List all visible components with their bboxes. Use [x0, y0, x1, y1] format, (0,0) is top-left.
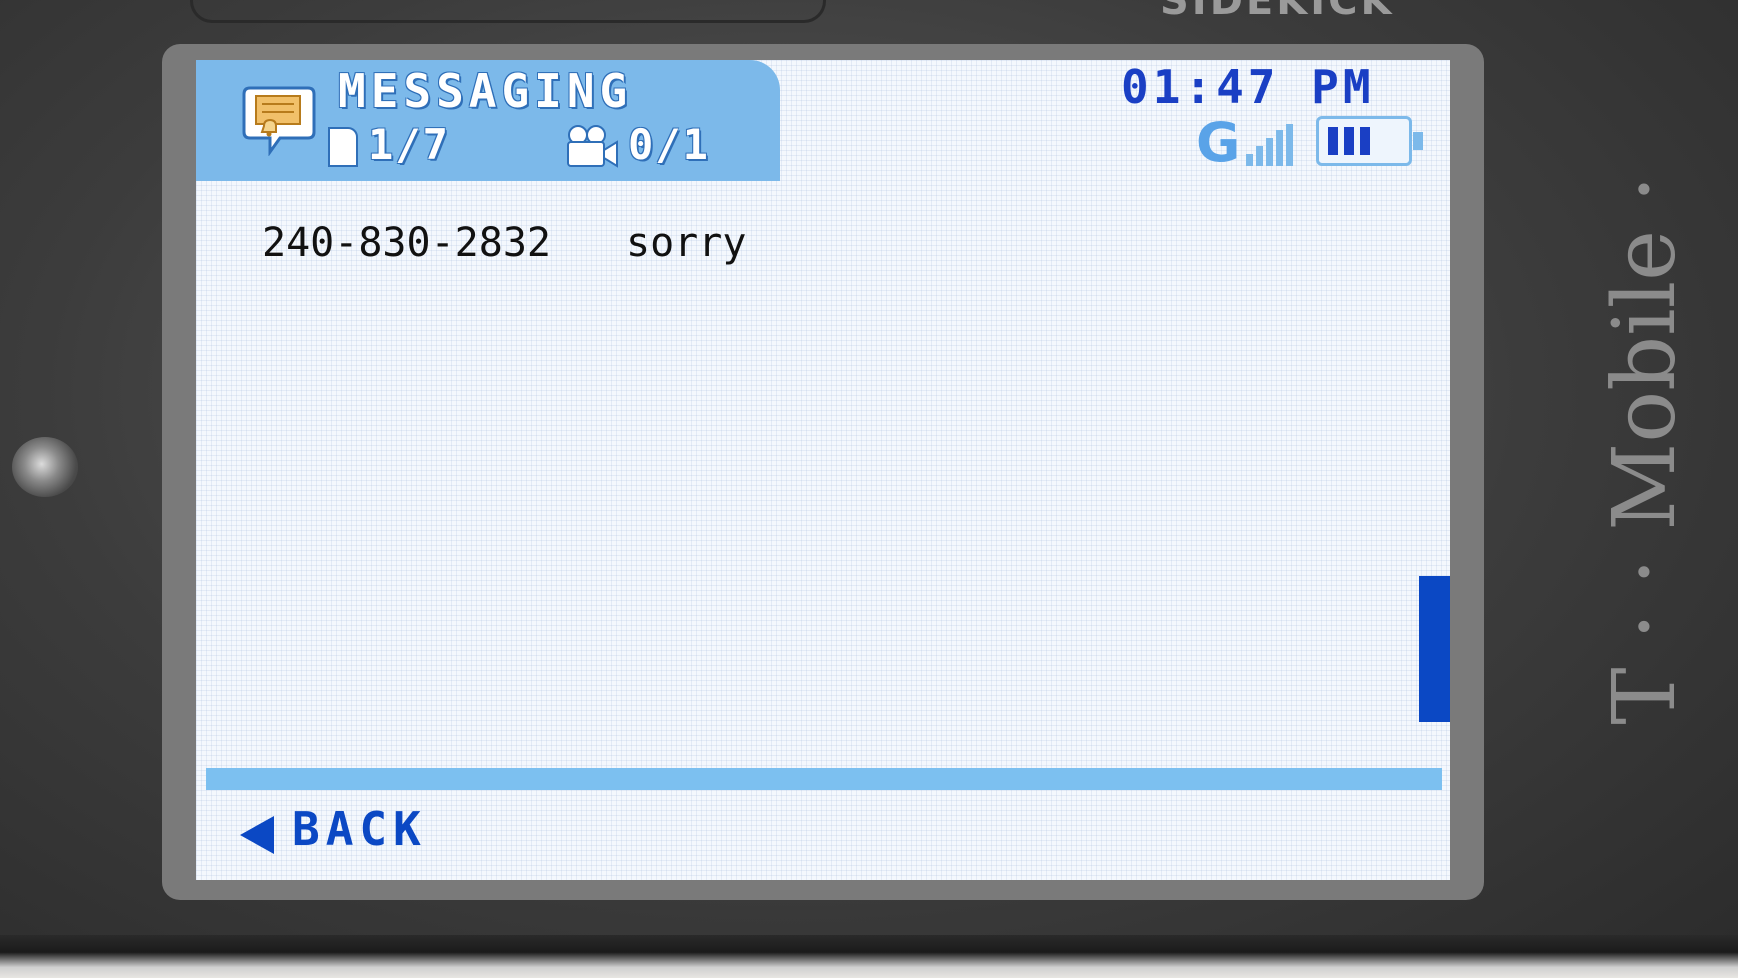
battery-icon — [1316, 116, 1423, 166]
signal-bars-icon — [1246, 124, 1296, 166]
back-arrow-icon — [240, 816, 274, 854]
camera-lens — [12, 437, 78, 497]
bezel-edge — [190, 0, 826, 23]
message-row[interactable]: 240-830-2832 sorry — [262, 220, 962, 280]
carrier-logo: T · · Mobile · — [1585, 175, 1705, 725]
back-label: BACK — [292, 802, 427, 856]
clock: 01:47 PM — [1121, 60, 1375, 114]
message-counter: 1/7 — [368, 120, 450, 169]
media-counter: 0/1 — [628, 120, 710, 169]
device-brand-top: SIDEKICK — [1160, 0, 1395, 24]
message-sender: 240-830-2832 — [262, 220, 551, 266]
back-button[interactable]: BACK — [240, 802, 470, 862]
message-preview: sorry — [626, 220, 747, 266]
app-header: MESSAGING 1/7 0/1 — [196, 60, 780, 181]
network-type-icon: G — [1196, 111, 1241, 174]
device-bottom-edge — [0, 935, 1738, 978]
message-page-icon — [328, 127, 358, 167]
screen: MESSAGING 1/7 0/1 01:47 PM G 240-830-283… — [196, 60, 1450, 880]
app-title: MESSAGING — [338, 64, 633, 118]
carrier-logo-text: T · · Mobile · — [1595, 175, 1695, 725]
video-camera-icon — [567, 125, 618, 168]
phone-body: SIDEKICK T · · Mobile · MESSAGING 1/7 0/… — [0, 0, 1738, 978]
messaging-app-icon — [242, 86, 316, 156]
scrollbar-thumb[interactable] — [1419, 576, 1450, 722]
softkey-divider — [206, 768, 1442, 790]
